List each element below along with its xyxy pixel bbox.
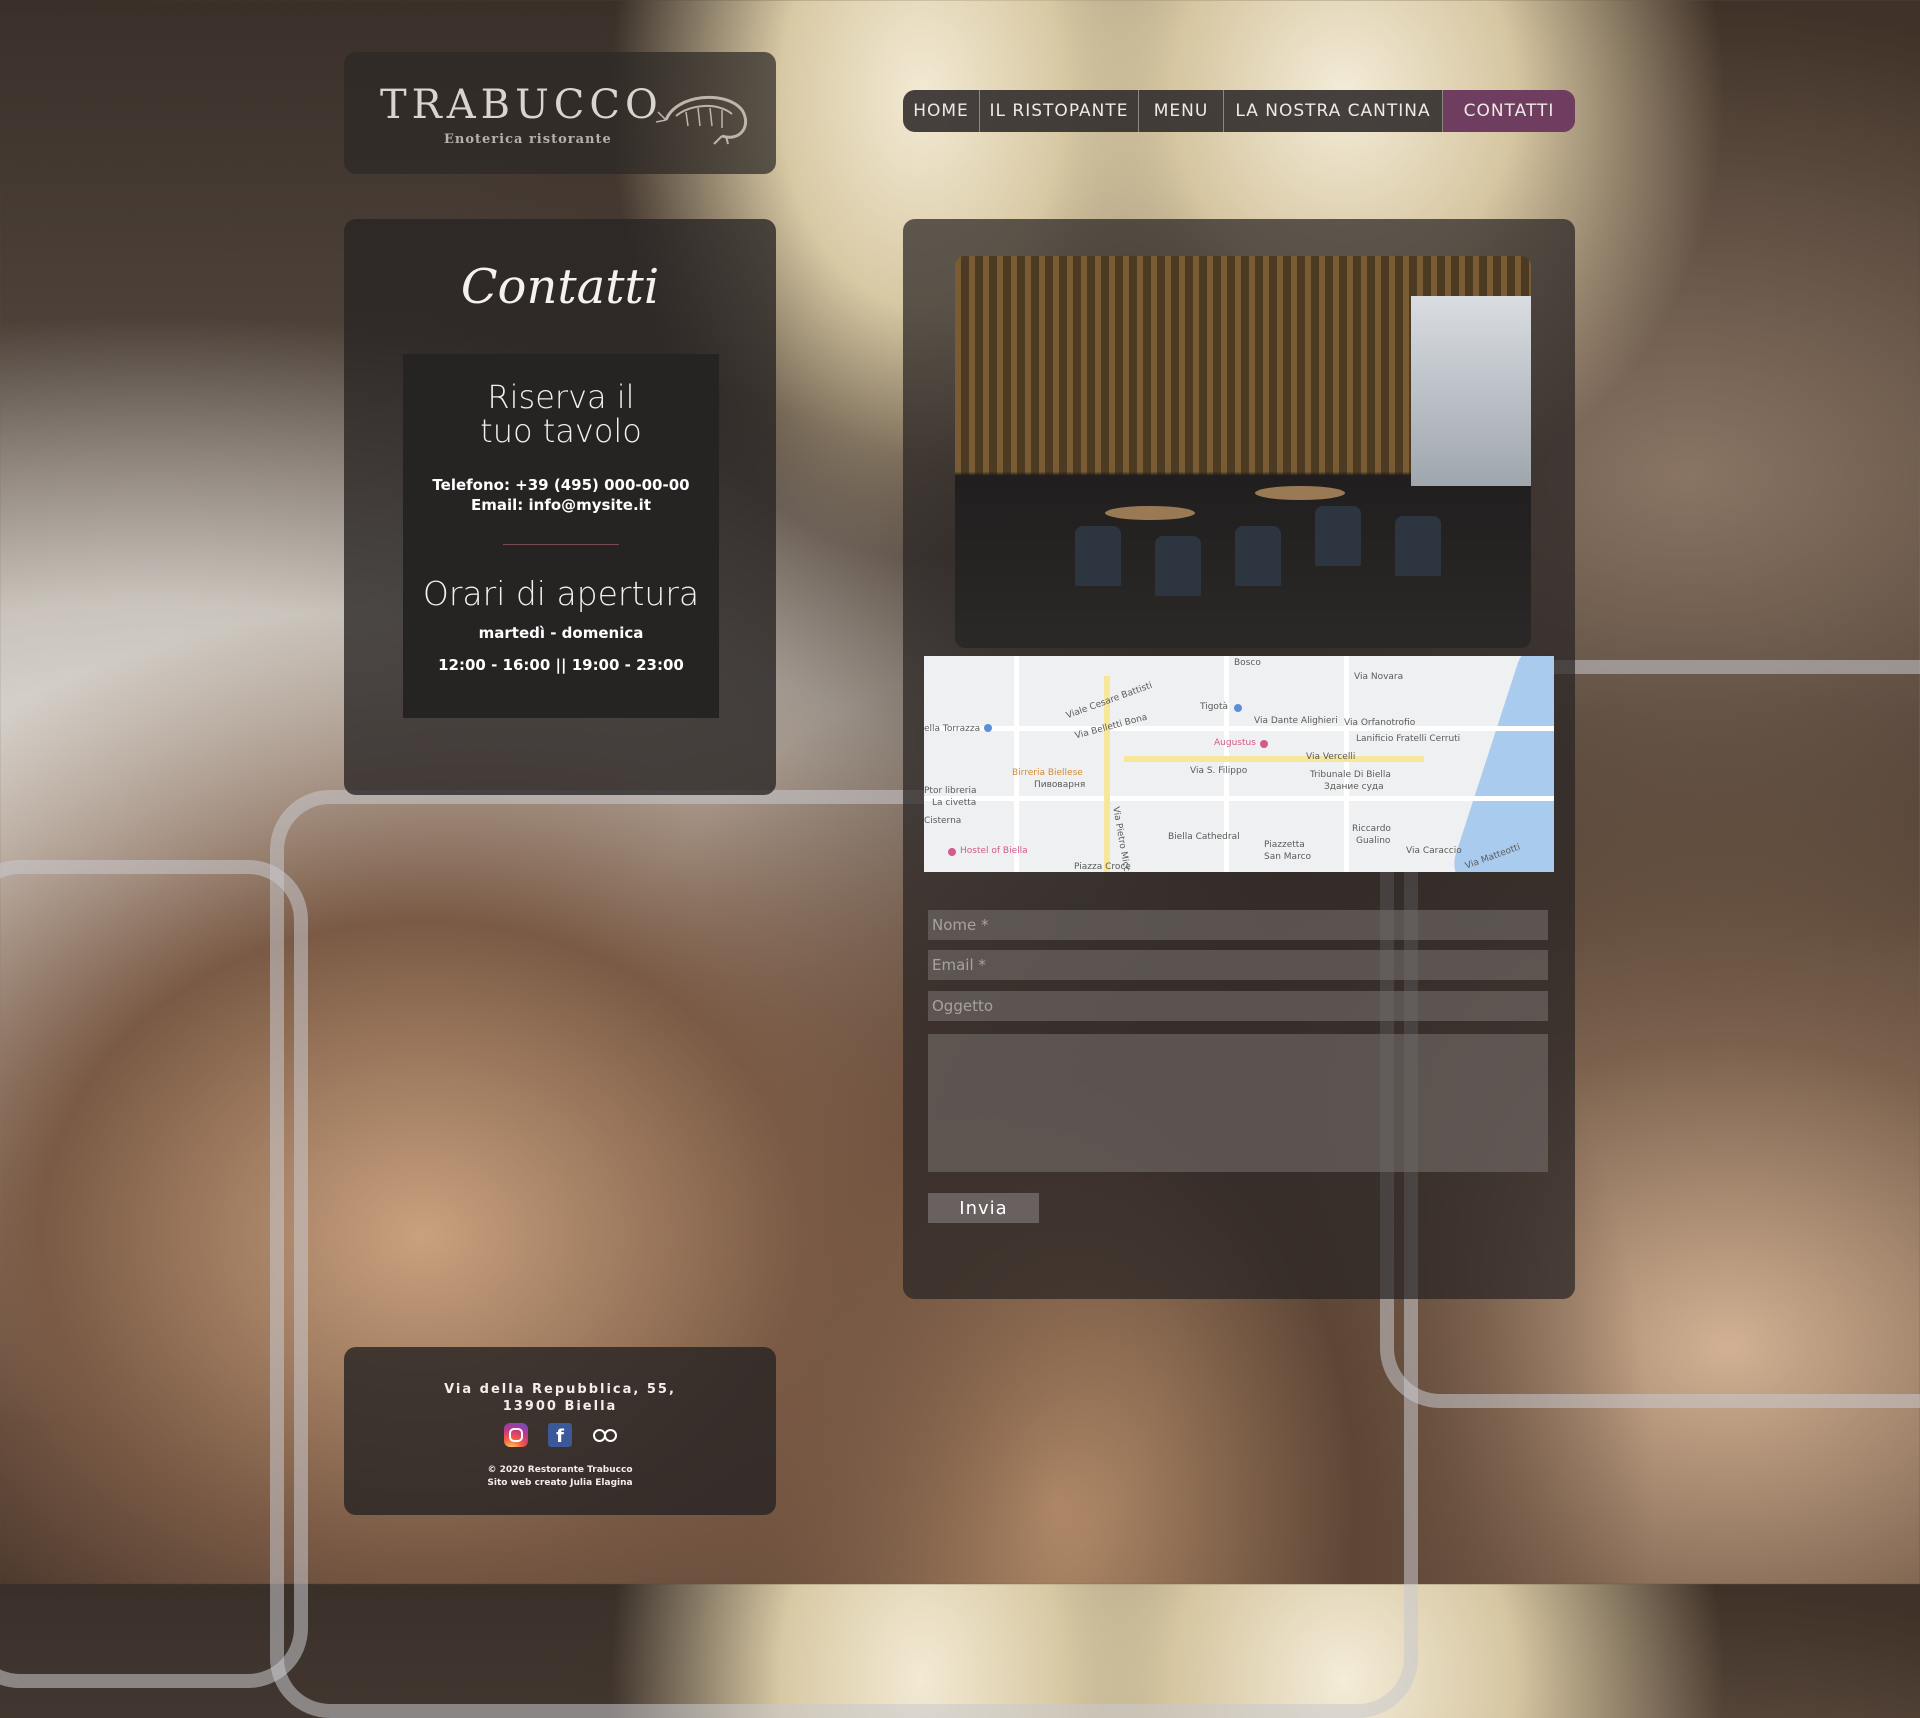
address-line-1: Via della Repubblica, 55, <box>444 1382 676 1397</box>
email-text: Email: info@mysite.it <box>471 496 651 514</box>
map-label: Biella Cathedral <box>1168 832 1240 842</box>
map-label: Augustus <box>1214 738 1256 748</box>
instagram-icon[interactable] <box>504 1423 528 1447</box>
photo-window <box>1411 296 1531 486</box>
map-label: San Marco <box>1264 852 1312 862</box>
map-label: Via Vercelli <box>1306 752 1356 762</box>
nav-menu[interactable]: MENU <box>1139 90 1224 132</box>
photo-chair <box>1315 506 1361 566</box>
map-road <box>1344 656 1349 872</box>
map-label: Birreria Biellese <box>1012 768 1083 778</box>
map-pin <box>1234 704 1242 712</box>
subject-field[interactable] <box>928 991 1548 1021</box>
message-field[interactable] <box>928 1034 1548 1172</box>
location-map[interactable]: Bosco Via Novara Tigotà Via Dante Alighi… <box>924 656 1554 872</box>
map-label: Пивоварня <box>1034 780 1086 790</box>
card-divider <box>503 544 619 545</box>
map-label: Tigotà <box>1200 702 1228 712</box>
photo-chair <box>1395 516 1441 576</box>
map-label: Ptor libreria <box>924 786 977 796</box>
nav-la-nostra-cantina[interactable]: LA NOSTRA CANTINA <box>1224 90 1443 132</box>
map-road <box>1014 656 1019 872</box>
hours-heading: Orari di apertura <box>422 574 700 613</box>
nav-contatti[interactable]: CONTATTI <box>1443 90 1575 132</box>
submit-button[interactable]: Invia <box>928 1193 1039 1223</box>
map-label: Bosco <box>1234 658 1261 668</box>
map-label: Cisterna <box>924 816 962 826</box>
map-label: Gualino <box>1356 836 1391 846</box>
reserve-heading-line2: tuo tavolo <box>480 412 642 450</box>
name-field[interactable] <box>928 910 1548 940</box>
background-plate-left <box>0 860 308 1688</box>
photo-chair <box>1075 526 1121 586</box>
map-label: Tribunale Di Biella <box>1310 770 1391 780</box>
nav-il-ristopante[interactable]: IL RISTOPANTE <box>980 90 1139 132</box>
map-label: Piazzetta <box>1264 840 1305 850</box>
map-label: Riccardo <box>1352 824 1391 834</box>
photo-chair <box>1235 526 1281 586</box>
reservation-card: Riserva il tuo tavolo Telefono: +39 (495… <box>403 354 719 718</box>
tripadvisor-icon[interactable] <box>592 1423 617 1447</box>
logo-title: TRABUCCO <box>380 82 663 128</box>
map-label: Via Orfanotrofio <box>1344 718 1416 728</box>
main-nav: HOME IL RISTOPANTE MENU LA NOSTRA CANTIN… <box>903 90 1575 132</box>
map-pin <box>1260 740 1268 748</box>
logo[interactable]: TRABUCCO Enoterica ristorante <box>344 52 776 174</box>
map-label: Via Dante Alighieri <box>1254 716 1338 726</box>
map-label: Via Caraccio <box>1406 846 1462 856</box>
page-title: Contatti <box>460 259 660 315</box>
map-label: Здание суда <box>1324 782 1384 792</box>
map-form-panel: Bosco Via Novara Tigotà Via Dante Alighi… <box>903 219 1575 1299</box>
map-label: Hostel of Biella <box>960 846 1028 856</box>
photo-table <box>1255 486 1345 500</box>
site-credit: Sito web creato Julia Elagina <box>487 1478 633 1488</box>
map-label: Via Novara <box>1354 672 1404 682</box>
footer-address: Via della Repubblica, 55, 13900 Biella <box>344 1381 776 1415</box>
contact-panel: Contatti Riserva il tuo tavolo Telefono:… <box>344 219 776 795</box>
map-label: Lanificio Fratelli Cerruti <box>1356 734 1461 744</box>
footer: Via della Repubblica, 55, 13900 Biella f… <box>344 1347 776 1515</box>
opening-days: martedì - domenica <box>478 624 644 642</box>
map-label: Via S. Filippo <box>1190 766 1248 776</box>
phone-text: Telefono: +39 (495) 000-00-00 <box>432 476 690 494</box>
email-field[interactable] <box>928 950 1548 980</box>
photo-chair <box>1155 536 1201 596</box>
map-label: La civetta <box>932 798 977 808</box>
map-label: ella Torrazza <box>924 724 981 734</box>
opening-times: 12:00 - 16:00 || 19:00 - 23:00 <box>438 656 684 674</box>
photo-table <box>1105 506 1195 520</box>
copyright: © 2020 Restorante Trabucco <box>487 1465 633 1475</box>
reserve-heading-line1: Riserva il <box>487 378 635 416</box>
map-pin <box>948 848 956 856</box>
map-road <box>1124 756 1424 762</box>
restaurant-photo <box>955 256 1531 648</box>
facebook-icon[interactable]: f <box>548 1423 572 1447</box>
map-river <box>1446 656 1554 872</box>
map-pin <box>984 724 992 732</box>
nav-home[interactable]: HOME <box>903 90 980 132</box>
logo-subtitle: Enoterica ristorante <box>444 132 612 147</box>
address-line-2: 13900 Biella <box>502 1399 618 1414</box>
shrimp-icon <box>656 95 748 145</box>
